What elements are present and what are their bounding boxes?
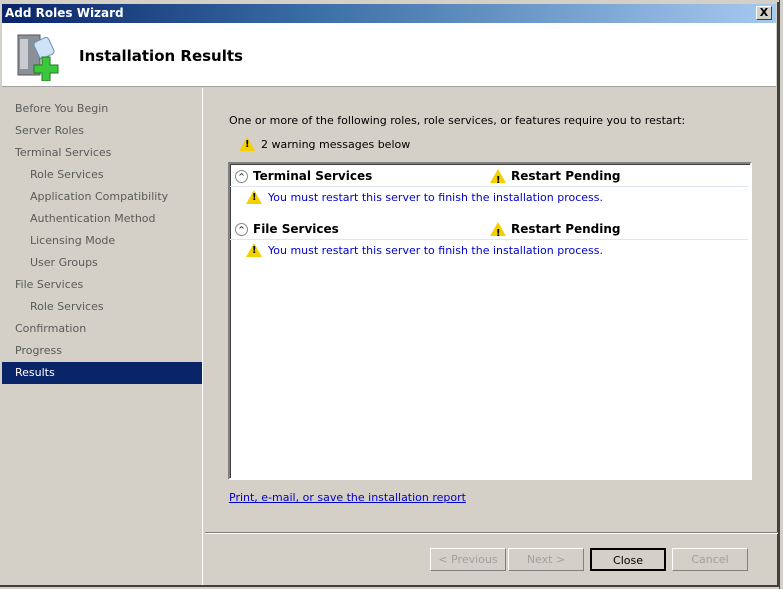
nav-item: Results — [2, 362, 202, 384]
warning-icon — [239, 137, 255, 151]
window-title: Add Roles Wizard — [5, 6, 124, 20]
result-message: You must restart this server to finish t… — [246, 243, 603, 257]
nav-item: Before You Begin — [15, 102, 109, 115]
nav-item: Terminal Services — [15, 146, 112, 159]
nav-item: Authentication Method — [30, 212, 156, 225]
nav-item: Application Compatibility — [30, 190, 169, 203]
cancel-button[interactable]: Cancel — [672, 548, 748, 571]
window-close-button[interactable]: X — [756, 6, 772, 20]
server-add-role-icon — [17, 34, 59, 81]
nav-item: Server Roles — [15, 124, 85, 137]
result-group: ^ Terminal Services Restart Pending You … — [230, 164, 750, 217]
warning-icon — [246, 190, 262, 204]
status-text: Restart Pending — [511, 169, 621, 183]
nav-item: Role Services — [30, 168, 104, 181]
wizard-window: Add Roles Wizard X Installation Results … — [0, 2, 779, 587]
warning-icon — [490, 169, 506, 191]
nav-item: Progress — [15, 344, 62, 357]
collapse-chevron-icon[interactable]: ^ — [235, 170, 248, 183]
message-text: You must restart this server to finish t… — [268, 190, 603, 204]
close-button[interactable]: Close — [590, 548, 666, 571]
role-status: Restart Pending — [490, 219, 621, 244]
result-header[interactable]: ^ Terminal Services Restart Pending — [230, 166, 748, 191]
nav-item: User Groups — [30, 256, 98, 269]
results-list[interactable]: ^ Terminal Services Restart Pending You … — [228, 162, 752, 480]
wizard-header: Installation Results — [2, 23, 776, 87]
result-header[interactable]: ^ File Services Restart Pending — [230, 219, 748, 244]
warning-icon — [246, 243, 262, 257]
collapse-chevron-icon[interactable]: ^ — [235, 223, 248, 236]
intro-text: One or more of the following roles, role… — [229, 114, 686, 127]
role-name: Terminal Services — [253, 169, 373, 183]
nav-item: Licensing Mode — [30, 234, 116, 247]
next-button[interactable]: Next > — [508, 548, 584, 571]
previous-button[interactable]: < Previous — [430, 548, 506, 571]
nav-item: Confirmation — [15, 322, 87, 335]
main-content: One or more of the following roles, role… — [205, 88, 778, 585]
wizard-steps-nav: Before You Begin Server Roles Terminal Ser… — [2, 88, 203, 585]
warning-icon — [490, 222, 506, 244]
message-text: You must restart this server to finish t… — [268, 243, 603, 257]
background-window-edge — [779, 0, 783, 589]
title-bar: Add Roles Wizard X — [2, 4, 776, 23]
divider — [205, 532, 778, 534]
report-link[interactable]: Print, e-mail, or save the installation … — [229, 491, 466, 504]
warning-count-text: 2 warning messages below — [261, 137, 411, 151]
result-message: You must restart this server to finish t… — [246, 190, 603, 204]
result-group: ^ File Services Restart Pending You must… — [230, 217, 750, 270]
role-status: Restart Pending — [490, 166, 621, 191]
nav-item: File Services — [15, 278, 84, 291]
nav-item: Role Services — [30, 300, 104, 313]
status-text: Restart Pending — [511, 222, 621, 236]
page-title: Installation Results — [79, 47, 243, 65]
role-name: File Services — [253, 222, 339, 236]
warning-summary: 2 warning messages below — [239, 137, 410, 151]
